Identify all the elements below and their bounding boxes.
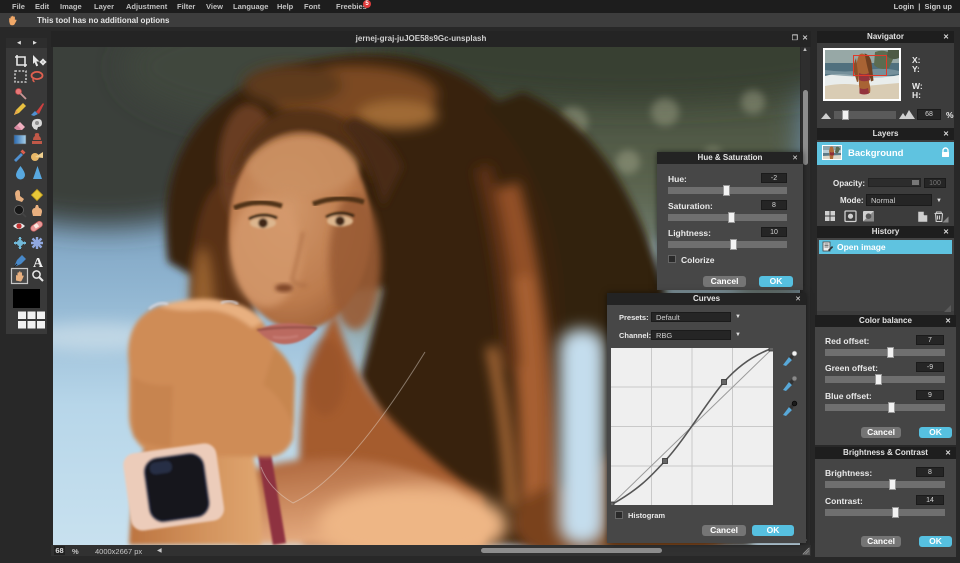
svg-text:A: A: [33, 256, 44, 271]
